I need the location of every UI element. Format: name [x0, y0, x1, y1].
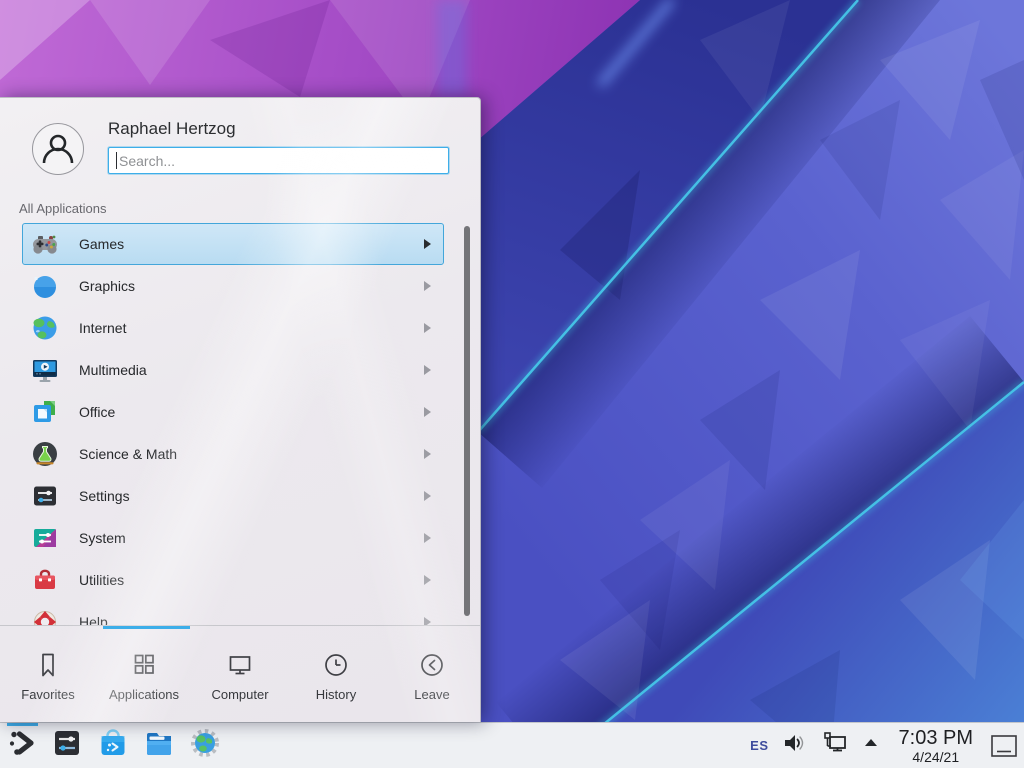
launcher-tab-bar: Favorites Applications [0, 629, 480, 723]
category-list: Games Graphics [0, 223, 480, 625]
keyboard-layout-indicator[interactable]: ES [750, 738, 768, 753]
show-desktop-button[interactable] [990, 734, 1018, 758]
category-label: Games [79, 236, 124, 252]
tab-leave[interactable]: Leave [384, 629, 480, 723]
clock-time: 7:03 PM [899, 728, 973, 748]
category-row-internet[interactable]: Internet [22, 307, 444, 349]
category-row-system[interactable]: System [22, 517, 444, 559]
category-row-office[interactable]: Office [22, 391, 444, 433]
browser-globe-gear-icon [189, 727, 221, 764]
dolphin-folder-icon [143, 727, 175, 764]
active-tab-indicator [103, 626, 190, 629]
submenu-arrow-icon [424, 281, 431, 291]
tabbar-separator [0, 625, 480, 626]
submenu-arrow-icon [424, 617, 431, 625]
show-desktop-icon [990, 734, 1018, 758]
tab-favorites[interactable]: Favorites [0, 629, 96, 723]
submenu-arrow-icon [424, 407, 431, 417]
category-row-games[interactable]: Games [22, 223, 444, 265]
category-row-graphics[interactable]: Graphics [22, 265, 444, 307]
graphics-sphere-icon [29, 270, 61, 302]
submenu-arrow-icon [424, 365, 431, 375]
category-label: Help [79, 614, 108, 625]
category-label: Office [79, 404, 115, 420]
caret-up-icon[interactable] [862, 734, 880, 757]
submenu-arrow-icon [424, 449, 431, 459]
multimedia-monitor-icon [29, 354, 61, 386]
tab-history[interactable]: History [288, 629, 384, 723]
section-label: All Applications [19, 201, 106, 216]
submenu-arrow-icon [424, 533, 431, 543]
taskbar-system-settings-button[interactable] [44, 723, 90, 768]
tab-computer[interactable]: Computer [192, 629, 288, 723]
settings-sliders-icon [29, 480, 61, 512]
category-label: Internet [79, 320, 126, 336]
user-avatar-icon[interactable] [32, 123, 84, 175]
category-row-multimedia[interactable]: Multimedia [22, 349, 444, 391]
active-task-indicator [7, 723, 38, 726]
kde-launcher-icon [6, 727, 38, 764]
category-label: Graphics [79, 278, 135, 294]
gamepad-icon [29, 228, 61, 260]
app-launcher-button[interactable] [0, 723, 44, 768]
taskbar-discover-button[interactable] [90, 723, 136, 768]
launcher-header: Raphael Hertzog [0, 98, 480, 186]
category-row-science[interactable]: Science & Math [22, 433, 444, 475]
wired-network-icon[interactable] [821, 729, 849, 762]
system-tray: ES [750, 728, 1024, 764]
taskbar-panel: ES [0, 722, 1024, 768]
tab-applications[interactable]: Applications [96, 629, 192, 723]
text-caret [116, 152, 117, 169]
speaker-icon[interactable] [782, 730, 808, 761]
user-name: Raphael Hertzog [108, 119, 236, 139]
system-settings-icon [51, 727, 83, 764]
category-row-utilities[interactable]: Utilities [22, 559, 444, 601]
taskbar-dolphin-button[interactable] [136, 723, 182, 768]
category-label: Settings [79, 488, 130, 504]
category-label: System [79, 530, 126, 546]
category-row-help[interactable]: Help [22, 601, 444, 625]
leave-back-icon [417, 650, 447, 680]
office-documents-icon [29, 396, 61, 428]
category-label: Utilities [79, 572, 124, 588]
desktop-screen: Raphael Hertzog All Applications [0, 0, 1024, 768]
system-sliders-icon [29, 522, 61, 554]
globe-icon [29, 312, 61, 344]
submenu-arrow-icon [424, 491, 431, 501]
bookmark-icon [33, 650, 63, 680]
search-input[interactable] [108, 147, 449, 174]
submenu-arrow-icon [424, 239, 431, 249]
utilities-toolbox-icon [29, 564, 61, 596]
category-label: Science & Math [79, 446, 177, 462]
digital-clock[interactable]: 7:03 PM 4/24/21 [899, 728, 973, 764]
taskbar-browser-button[interactable] [182, 723, 228, 768]
app-grid-icon [129, 650, 159, 680]
clock-date: 4/24/21 [899, 750, 973, 764]
application-launcher-menu: Raphael Hertzog All Applications [0, 97, 481, 722]
category-row-settings[interactable]: Settings [22, 475, 444, 517]
submenu-arrow-icon [424, 575, 431, 585]
list-scrollbar[interactable] [464, 226, 470, 616]
discover-store-icon [97, 727, 129, 764]
submenu-arrow-icon [424, 323, 431, 333]
science-flask-icon [29, 438, 61, 470]
help-lifebuoy-icon [29, 606, 61, 625]
category-label: Multimedia [79, 362, 147, 378]
clock-icon [321, 650, 351, 680]
monitor-icon [225, 650, 255, 680]
